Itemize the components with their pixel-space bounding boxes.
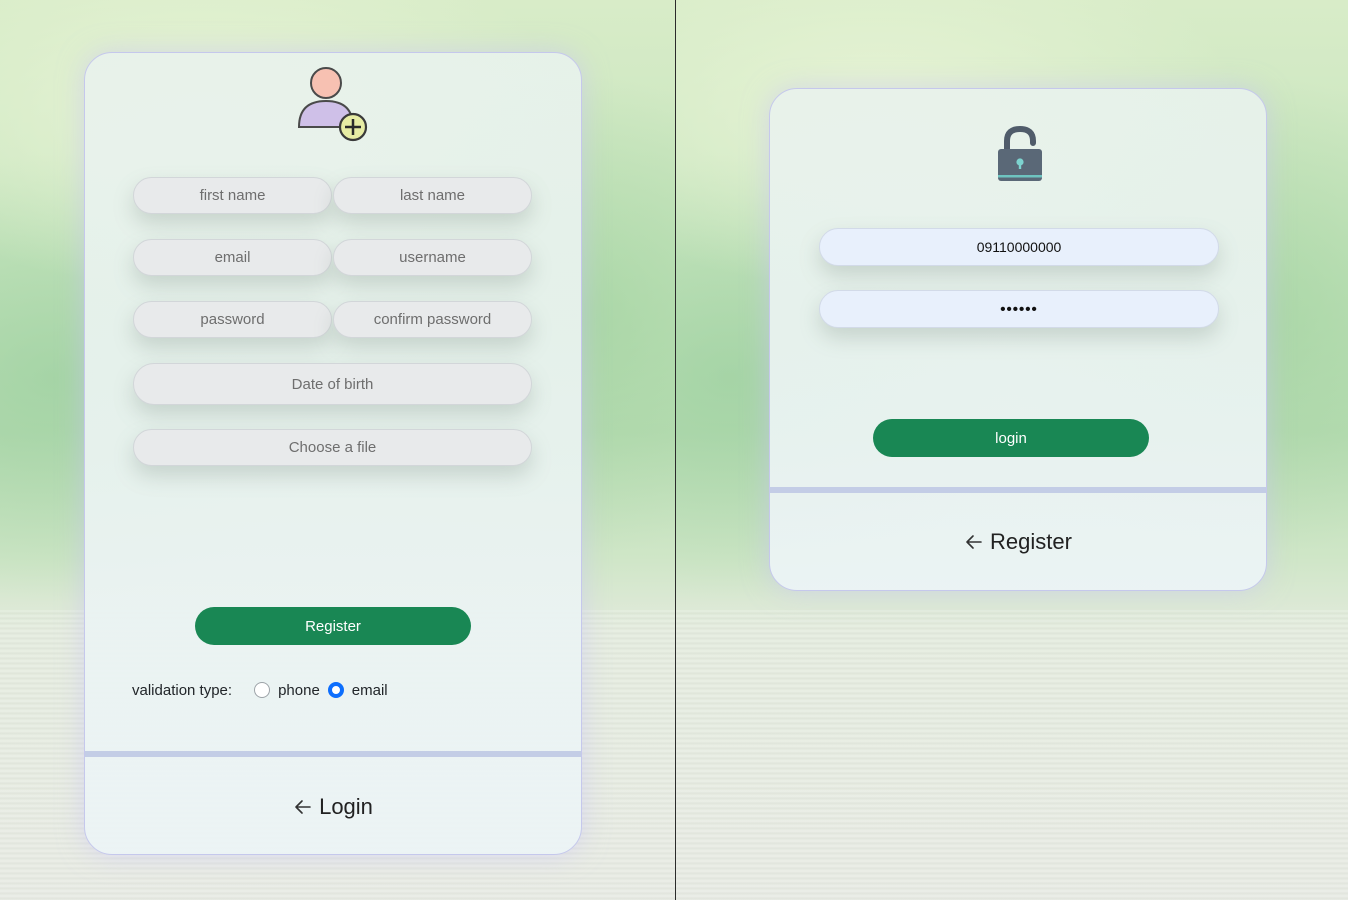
validation-type-label: validation type: — [132, 681, 233, 699]
login-button[interactable]: login — [873, 419, 1149, 457]
register-pane: first name last name email username pass… — [0, 0, 675, 900]
split-screen: first name last name email username pass… — [0, 0, 1348, 900]
first-name-input[interactable]: first name — [133, 177, 332, 214]
confirm-password-placeholder: confirm password — [373, 311, 492, 328]
username-input[interactable]: username — [333, 239, 532, 276]
add-user-icon — [297, 65, 369, 143]
phone-radio-label[interactable]: phone — [278, 682, 320, 699]
login-pane: 09110000000 •••••• login Register — [676, 0, 1348, 900]
register-link-label: Register — [990, 529, 1072, 554]
password-input[interactable]: password — [133, 301, 332, 338]
file-placeholder: Choose a file — [288, 439, 377, 456]
email-placeholder: email — [214, 249, 251, 266]
password-placeholder: password — [200, 311, 265, 328]
phone-value: 09110000000 — [976, 239, 1062, 255]
password-value: •••••• — [1000, 300, 1038, 318]
last-name-input[interactable]: last name — [333, 177, 532, 214]
email-radio[interactable] — [327, 682, 344, 698]
file-input[interactable]: Choose a file — [133, 429, 532, 466]
arrow-left-icon — [966, 535, 982, 549]
date-of-birth-input[interactable]: Date of birth — [133, 363, 532, 405]
register-card: first name last name email username pass… — [84, 52, 582, 855]
card-divider — [85, 751, 581, 757]
arrow-left-icon — [295, 800, 311, 814]
login-password-input[interactable]: •••••• — [819, 290, 1219, 328]
phone-input[interactable]: 09110000000 — [819, 228, 1219, 266]
confirm-password-input[interactable]: confirm password — [333, 301, 532, 338]
login-link[interactable]: Login — [85, 792, 581, 822]
card-divider — [770, 487, 1266, 493]
validation-type-group: validation type: phone email — [132, 679, 396, 701]
last-name-placeholder: last name — [399, 187, 466, 204]
email-input[interactable]: email — [133, 239, 332, 276]
email-radio-label[interactable]: email — [352, 682, 388, 699]
unlock-icon — [995, 125, 1045, 185]
login-card: 09110000000 •••••• login Register — [769, 88, 1267, 591]
register-link[interactable]: Register — [770, 527, 1266, 557]
date-of-birth-placeholder: Date of birth — [291, 375, 374, 393]
first-name-placeholder: first name — [199, 187, 266, 204]
phone-radio[interactable] — [254, 682, 271, 698]
username-placeholder: username — [399, 249, 466, 266]
register-button[interactable]: Register — [195, 607, 471, 645]
login-link-label: Login — [319, 794, 373, 819]
